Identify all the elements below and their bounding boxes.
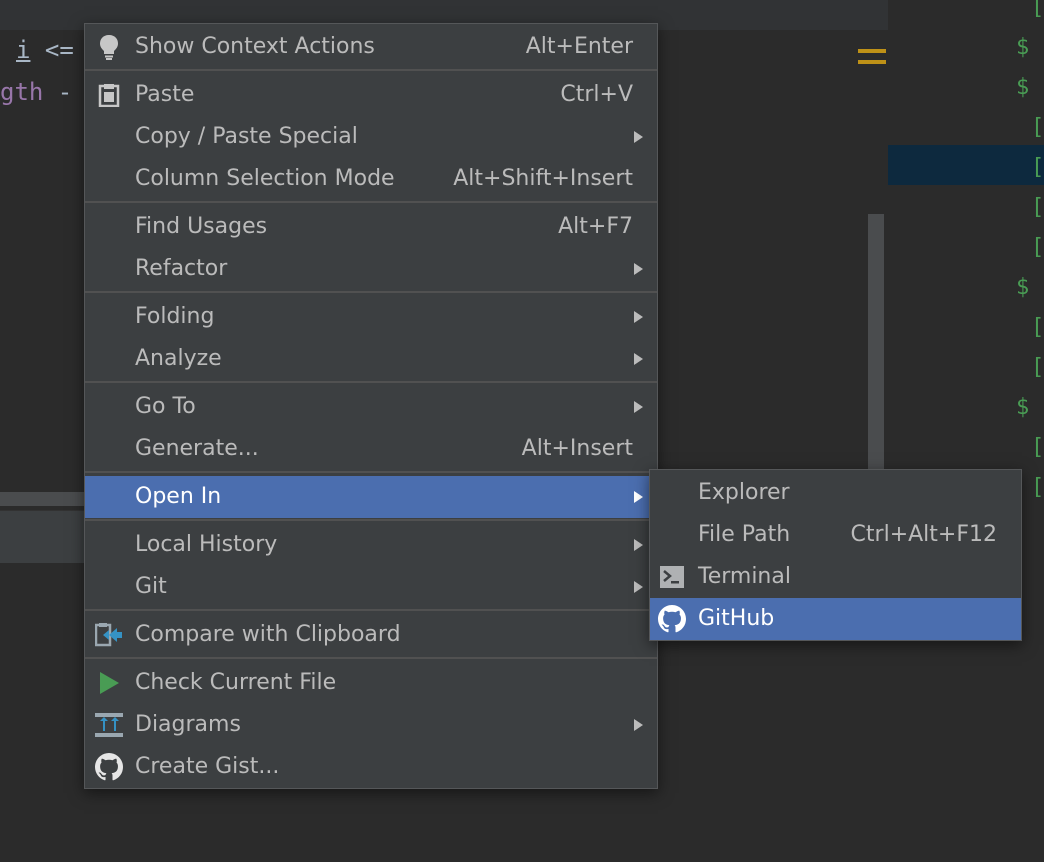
- menu-separator: [85, 519, 657, 521]
- menu-item-label: Check Current File: [135, 670, 337, 695]
- menu-item-label: Terminal: [698, 564, 791, 589]
- menu-item-check-current-file[interactable]: Check Current File: [85, 662, 657, 704]
- menu-item-local-history[interactable]: Local History: [85, 524, 657, 566]
- open-in-submenu: Explorer File Path Ctrl+Alt+F12 Terminal…: [649, 469, 1022, 641]
- compare-clipboard-icon: [95, 622, 123, 648]
- menu-item-label: Local History: [135, 532, 278, 557]
- menu-item-label: Copy / Paste Special: [135, 124, 358, 149]
- console-line: [2: [1031, 0, 1044, 20]
- submenu-item-github[interactable]: GitHub: [650, 598, 1021, 640]
- chevron-right-icon: [634, 491, 643, 503]
- play-icon: [95, 670, 123, 696]
- menu-item-label: Analyze: [135, 346, 222, 371]
- clipboard-icon: [95, 82, 123, 108]
- chevron-right-icon: [634, 581, 643, 593]
- menu-item-refactor[interactable]: Refactor: [85, 248, 657, 290]
- menu-item-find-usages[interactable]: Find Usages Alt+F7: [85, 206, 657, 248]
- menu-item-open-in[interactable]: Open In: [85, 476, 657, 518]
- menu-separator: [85, 201, 657, 203]
- vertical-scrollbar[interactable]: [868, 214, 884, 476]
- menu-item-git[interactable]: Git: [85, 566, 657, 608]
- lightbulb-icon: [95, 34, 123, 60]
- chevron-right-icon: [634, 131, 643, 143]
- code-identifier: gth: [0, 78, 44, 106]
- code-operator: <=: [30, 36, 74, 64]
- menu-item-label: Refactor: [135, 256, 228, 281]
- console-line: [3: [1031, 435, 1044, 460]
- chevron-right-icon: [634, 311, 643, 323]
- console-line: [2: [1031, 155, 1044, 180]
- console-line: [2: [1031, 235, 1044, 260]
- code-operator: -: [43, 78, 73, 106]
- chevron-right-icon: [634, 719, 643, 731]
- menu-item-shortcut: Alt+Shift+Insert: [453, 166, 633, 191]
- menu-item-show-context-actions[interactable]: Show Context Actions Alt+Enter: [85, 26, 657, 68]
- console-selected-line: [888, 145, 1044, 185]
- menu-item-label: Explorer: [698, 480, 790, 505]
- menu-item-label: Go To: [135, 394, 196, 419]
- menu-item-generate[interactable]: Generate... Alt+Insert: [85, 428, 657, 470]
- console-line: [3: [1031, 355, 1044, 380]
- submenu-item-terminal[interactable]: Terminal: [650, 556, 1021, 598]
- menu-item-label: Generate...: [135, 436, 259, 461]
- menu-item-label: Create Gist...: [135, 754, 280, 779]
- menu-item-label: Show Context Actions: [135, 34, 375, 59]
- menu-item-column-selection-mode[interactable]: Column Selection Mode Alt+Shift+Insert: [85, 158, 657, 200]
- menu-item-label: Paste: [135, 82, 195, 107]
- menu-item-label: File Path: [698, 522, 791, 547]
- menu-item-label: GitHub: [698, 606, 775, 631]
- menu-item-label: Find Usages: [135, 214, 268, 239]
- submenu-item-explorer[interactable]: Explorer: [650, 472, 1021, 514]
- menu-item-diagrams[interactable]: Diagrams: [85, 704, 657, 746]
- menu-item-label: Diagrams: [135, 712, 241, 737]
- menu-separator: [85, 291, 657, 293]
- console-line: $ [: [1016, 75, 1044, 100]
- menu-item-label: Open In: [135, 484, 222, 509]
- terminal-icon: [658, 564, 686, 590]
- chevron-right-icon: [634, 263, 643, 275]
- console-line: $ [: [1016, 35, 1044, 60]
- menu-item-label: Compare with Clipboard: [135, 622, 401, 647]
- menu-item-label: Folding: [135, 304, 215, 329]
- chevron-right-icon: [634, 401, 643, 413]
- code-variable: i: [16, 36, 31, 64]
- editor-context-menu: Show Context Actions Alt+Enter Paste Ctr…: [84, 23, 658, 789]
- menu-separator: [85, 609, 657, 611]
- menu-item-shortcut: Alt+Insert: [521, 436, 633, 461]
- menu-item-shortcut: Ctrl+V: [560, 82, 633, 107]
- menu-item-label: Git: [135, 574, 167, 599]
- menu-separator: [85, 657, 657, 659]
- console-line: [3: [1031, 315, 1044, 340]
- menu-item-compare-with-clipboard[interactable]: Compare with Clipboard: [85, 614, 657, 656]
- menu-item-create-gist[interactable]: Create Gist...: [85, 746, 657, 788]
- menu-item-shortcut: Ctrl+Alt+F12: [850, 522, 997, 547]
- console-line: [2: [1031, 195, 1044, 220]
- console-line: [3: [1031, 475, 1044, 500]
- submenu-item-file-path[interactable]: File Path Ctrl+Alt+F12: [650, 514, 1021, 556]
- horizontal-scrollbar[interactable]: [0, 492, 88, 506]
- menu-item-copy-paste-special[interactable]: Copy / Paste Special: [85, 116, 657, 158]
- warning-marker[interactable]: [858, 49, 886, 67]
- chevron-right-icon: [634, 539, 643, 551]
- menu-item-analyze[interactable]: Analyze: [85, 338, 657, 380]
- menu-item-go-to[interactable]: Go To: [85, 386, 657, 428]
- console-line: $ [: [1016, 395, 1044, 420]
- menu-item-shortcut: Alt+Enter: [525, 34, 633, 59]
- menu-item-paste[interactable]: Paste Ctrl+V: [85, 74, 657, 116]
- console-line: $ [: [1016, 275, 1044, 300]
- diagram-icon: [95, 712, 123, 738]
- menu-item-shortcut: Alt+F7: [558, 214, 633, 239]
- menu-item-label: Column Selection Mode: [135, 166, 395, 191]
- menu-separator: [85, 69, 657, 71]
- code-line: gth -: [0, 72, 72, 112]
- code-line: i <=: [16, 30, 74, 70]
- menu-item-folding[interactable]: Folding: [85, 296, 657, 338]
- console-line: [2: [1031, 115, 1044, 140]
- github-icon: [658, 605, 686, 633]
- chevron-right-icon: [634, 353, 643, 365]
- github-icon: [95, 753, 123, 781]
- menu-separator: [85, 381, 657, 383]
- menu-separator: [85, 471, 657, 473]
